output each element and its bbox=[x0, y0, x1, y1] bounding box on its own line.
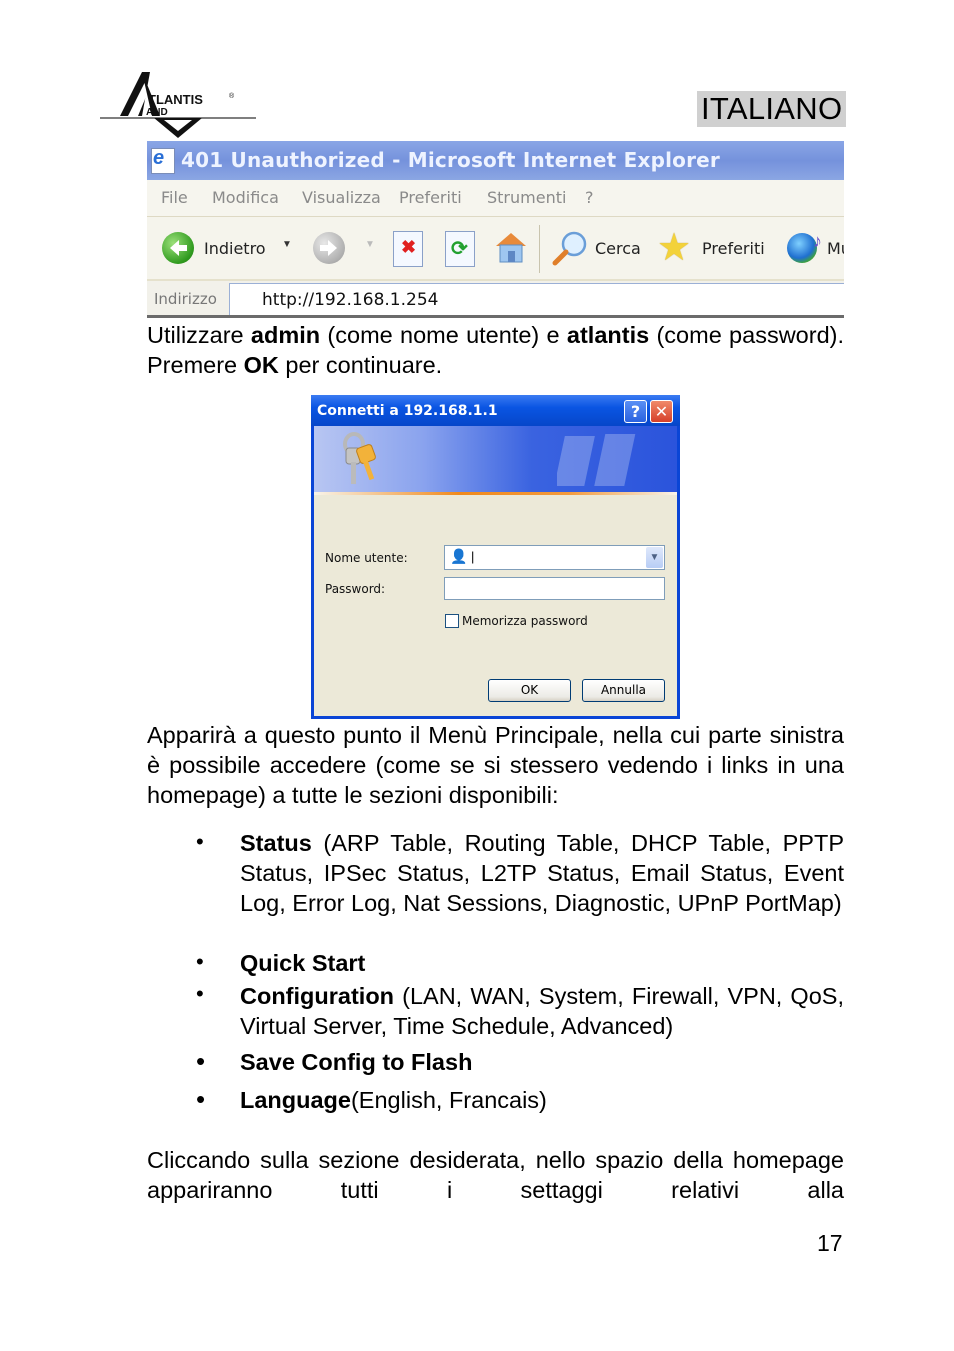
p1-text-4: per continuare. bbox=[278, 352, 443, 378]
refresh-icon[interactable]: ⟳ bbox=[445, 231, 475, 267]
page-number: 17 bbox=[817, 1230, 843, 1256]
section-name: Status bbox=[240, 830, 312, 856]
close-button[interactable]: ✕ bbox=[650, 400, 673, 423]
ok-button[interactable]: OK bbox=[488, 679, 571, 702]
section-name: Save Config to Flash bbox=[240, 1049, 473, 1075]
favorites-button-label[interactable]: Preferiti bbox=[702, 239, 765, 258]
section-details: (ARP Table, Routing Table, DHCP Table, P… bbox=[240, 830, 844, 916]
username-dropdown-chevron-icon[interactable]: ▼ bbox=[646, 547, 663, 568]
forward-arrow-icon[interactable] bbox=[313, 232, 345, 264]
home-icon[interactable] bbox=[493, 229, 529, 265]
remember-password-label[interactable]: Memorizza password bbox=[462, 614, 588, 628]
remember-password-checkbox[interactable] bbox=[445, 614, 459, 628]
password-input[interactable] bbox=[444, 577, 665, 600]
section-name: Configuration bbox=[240, 983, 395, 1009]
search-icon[interactable] bbox=[552, 229, 590, 267]
address-value: http://192.168.1.254 bbox=[262, 290, 439, 310]
browser-menu-bar: File Modifica Visualizza Preferiti Strum… bbox=[147, 180, 844, 217]
address-bar: Indirizzo http://192.168.1.254 bbox=[147, 281, 844, 318]
media-button-label[interactable]: Mu bbox=[827, 239, 844, 258]
browser-toolbar: Indietro ▼ ▼ ✖ ⟳ Cerca ★ Preferiti ♪ Mu bbox=[147, 217, 844, 281]
cancel-button[interactable]: Annulla bbox=[582, 679, 665, 702]
username-label: Nome utente: bbox=[325, 551, 408, 565]
browser-screenshot: e 401 Unauthorized - Microsoft Internet … bbox=[147, 141, 844, 318]
username-combobox[interactable]: 👤 | ▼ bbox=[444, 545, 665, 570]
keys-watermark-icon bbox=[557, 434, 636, 486]
list-item-language: Language(English, Francais) bbox=[240, 1085, 844, 1115]
section-name: Quick Start bbox=[240, 950, 366, 976]
p1-text-2: (come nome utente) e bbox=[320, 322, 567, 348]
stop-icon[interactable]: ✖ bbox=[393, 231, 423, 267]
password-value-atlantis: atlantis bbox=[566, 322, 650, 348]
user-icon: 👤 bbox=[450, 548, 468, 564]
list-item-configuration: Configuration (LAN, WAN, System, Firewal… bbox=[240, 981, 844, 1041]
section-details: (English, Francais) bbox=[350, 1087, 547, 1113]
ie-page-icon: e bbox=[151, 147, 175, 174]
list-item-quick-start: Quick Start bbox=[240, 948, 844, 978]
favorites-star-icon[interactable]: ★ bbox=[657, 225, 691, 270]
bullet-icon: • bbox=[196, 829, 204, 854]
address-label: Indirizzo bbox=[154, 290, 217, 308]
list-item-save-config: Save Config to Flash bbox=[240, 1047, 844, 1077]
dialog-title: Connetti a 192.168.1.1 bbox=[317, 403, 498, 419]
menu-help[interactable]: ? bbox=[585, 188, 594, 207]
toolbar-separator bbox=[539, 225, 540, 273]
back-button-label[interactable]: Indietro bbox=[204, 239, 266, 258]
help-button[interactable]: ? bbox=[624, 400, 647, 423]
menu-preferiti[interactable]: Preferiti bbox=[399, 188, 462, 207]
password-label: Password: bbox=[325, 582, 386, 596]
bullet-icon: • bbox=[196, 1046, 206, 1076]
bullet-icon: • bbox=[196, 1084, 206, 1114]
list-item-status: Status (ARP Table, Routing Table, DHCP T… bbox=[240, 828, 844, 918]
menu-strumenti[interactable]: Strumenti bbox=[487, 188, 566, 207]
logo-text-atlantis: TLANTIS bbox=[148, 92, 203, 107]
login-dialog: Connetti a 192.168.1.1 ? ✕ Nome utente: … bbox=[311, 395, 680, 719]
logo-text-land: AND bbox=[146, 107, 168, 118]
search-button-label[interactable]: Cerca bbox=[595, 239, 641, 258]
ok-bold: OK bbox=[243, 352, 279, 378]
dialog-banner bbox=[314, 426, 677, 492]
media-note-icon: ♪ bbox=[813, 231, 822, 251]
bullet-icon: • bbox=[196, 981, 204, 1006]
menu-description-paragraph: Apparirà a questo punto il Menù Principa… bbox=[147, 722, 844, 808]
browser-title-bar: e 401 Unauthorized - Microsoft Internet … bbox=[147, 141, 844, 180]
registered-mark: ® bbox=[229, 92, 235, 100]
forward-dropdown-icon[interactable]: ▼ bbox=[365, 239, 375, 250]
closing-paragraph: Cliccando sulla sezione desiderata, nell… bbox=[147, 1147, 844, 1203]
language-tag: ITALIANO bbox=[697, 91, 847, 127]
section-name: Language bbox=[240, 1087, 351, 1113]
dialog-body: Nome utente: 👤 | ▼ Password: Memorizza p… bbox=[314, 495, 677, 716]
back-dropdown-icon[interactable]: ▼ bbox=[282, 239, 292, 250]
keys-icon bbox=[343, 432, 376, 484]
username-value-admin: admin bbox=[250, 322, 321, 348]
bullet-icon: • bbox=[196, 949, 204, 974]
username-input-value: | bbox=[471, 549, 475, 564]
menu-modifica[interactable]: Modifica bbox=[212, 188, 279, 207]
address-field[interactable]: http://192.168.1.254 bbox=[229, 283, 844, 316]
menu-file[interactable]: File bbox=[161, 188, 188, 207]
instructions-paragraph: Utilizzare admin (come nome utente) e at… bbox=[147, 320, 844, 380]
menu-visualizza[interactable]: Visualizza bbox=[302, 188, 381, 207]
atlantis-land-logo: TLANTIS AND ® bbox=[98, 68, 260, 142]
logo-graphic: TLANTIS AND ® bbox=[100, 72, 256, 138]
p1-text-1: Utilizzare bbox=[147, 322, 251, 348]
browser-bottom-border bbox=[147, 315, 844, 318]
browser-title: 401 Unauthorized - Microsoft Internet Ex… bbox=[181, 148, 720, 172]
back-arrow-icon[interactable] bbox=[162, 232, 194, 264]
dialog-title-bar: Connetti a 192.168.1.1 ? ✕ bbox=[311, 395, 680, 426]
